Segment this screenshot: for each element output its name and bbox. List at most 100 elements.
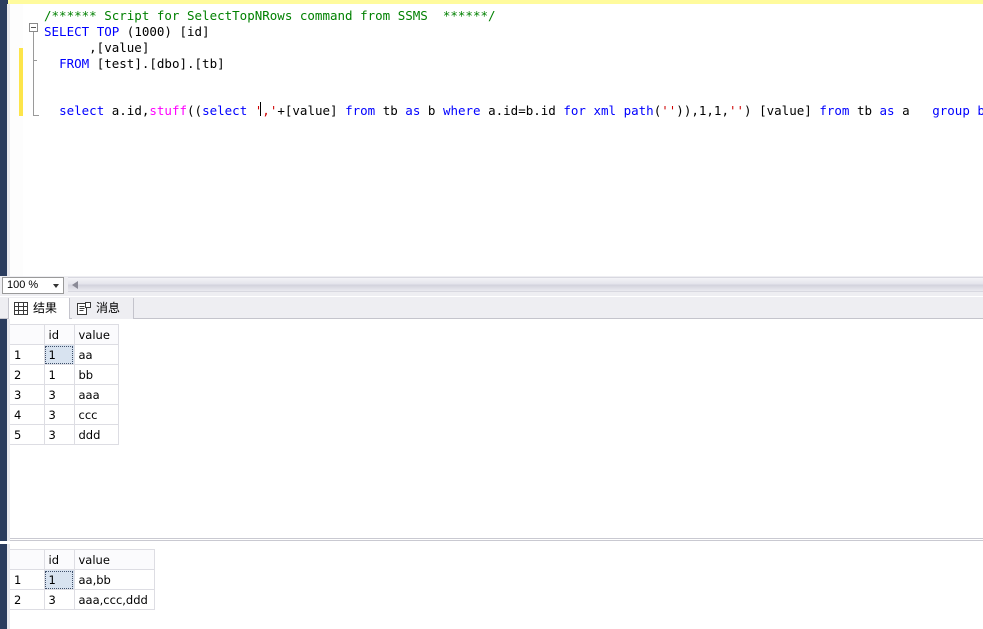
results-grid-2[interactable]: id value 1 1 aa,bb 2 3 aaa,ccc,ddd [10, 549, 155, 610]
table-row[interactable]: 4 3 ccc [10, 404, 119, 425]
code-token: /****** Script for SelectTopNRows comman… [44, 8, 496, 23]
results-grid-panel-1[interactable]: id value 1 1 aa 2 1 bb 3 3 aaa 4 3 ccc 5 3 ddd [0, 319, 983, 541]
code-token: as [879, 103, 895, 118]
code-token: a.id, [104, 103, 150, 118]
editor-left-edge [0, 4, 7, 276]
code-token: tb [375, 103, 406, 118]
cell-id[interactable]: 3 [43, 404, 75, 425]
code-token: a [894, 103, 933, 118]
line-from[interactable]: FROM [test].[dbo].[tb] [44, 56, 225, 72]
code-token: where [442, 103, 481, 118]
code-token: '' [728, 103, 745, 118]
code-token: +[value] [277, 103, 346, 118]
code-token: stuff [149, 103, 188, 118]
column-header-id[interactable]: id [43, 324, 75, 345]
tab-messages-label: 消息 [96, 301, 121, 315]
row-number-cell[interactable]: 4 [10, 404, 45, 425]
cell-value[interactable]: ddd [73, 424, 119, 445]
code-token: TOP [96, 24, 120, 39]
code-token: path [623, 103, 654, 118]
collapse-minus-box-icon[interactable] [29, 23, 38, 32]
code-token: '' [661, 103, 677, 118]
line-stuff-query[interactable]: select a.id,stuff((select ','+[value] fr… [44, 103, 983, 119]
sql-editor-pane[interactable]: /****** Script for SelectTopNRows comman… [0, 4, 983, 276]
row-number-cell[interactable]: 2 [10, 364, 45, 385]
editor-status-row: 100 % [0, 276, 983, 296]
code-token: SELECT [44, 24, 90, 39]
code-token: from [345, 103, 376, 118]
row-number-cell[interactable]: 1 [10, 569, 45, 590]
line-comment[interactable]: /****** Script for SelectTopNRows comman… [44, 8, 496, 24]
code-token: from [819, 103, 850, 118]
code-token: b [420, 103, 443, 118]
zoom-level-value: 100 % [7, 279, 39, 291]
grid-corner-header[interactable] [10, 549, 45, 570]
editor-indicator-margin[interactable] [10, 4, 23, 276]
outlining-guide-tick [33, 60, 37, 61]
row-number-cell[interactable]: 5 [10, 424, 45, 445]
table-row[interactable]: 3 3 aaa [10, 384, 119, 405]
table-header-row: id value [10, 324, 119, 345]
grid-icon [14, 302, 28, 315]
table-row[interactable]: 1 1 aa [10, 344, 119, 365]
cell-value[interactable]: aa [73, 344, 119, 365]
code-token: select [59, 103, 105, 118]
line-select[interactable]: SELECT TOP (1000) [id] [44, 24, 210, 40]
column-header-value[interactable]: value [73, 549, 155, 570]
cell-value[interactable]: aaa [73, 384, 119, 405]
editor-horizontal-scrollbar[interactable] [68, 277, 983, 292]
table-header-row: id value [10, 549, 155, 570]
zoom-level-dropdown[interactable]: 100 % [2, 277, 64, 294]
line-value[interactable]: ,[value] [44, 40, 149, 56]
table-row[interactable]: 2 1 bb [10, 364, 119, 385]
code-token: [test].[dbo].[tb] [89, 56, 225, 71]
message-icon [77, 302, 91, 315]
cell-id[interactable]: 3 [43, 384, 75, 405]
cell-id[interactable]: 1 [43, 569, 75, 590]
code-token: a.id=b.id [480, 103, 564, 118]
outlining-guide-line [33, 32, 34, 116]
chevron-down-icon[interactable] [53, 284, 59, 288]
code-token: select [202, 103, 248, 118]
table-row[interactable]: 5 3 ddd [10, 424, 119, 445]
cell-value[interactable]: aaa,ccc,ddd [73, 589, 155, 610]
cell-id[interactable]: 3 [43, 424, 75, 445]
column-header-value[interactable]: value [73, 324, 119, 345]
tab-messages[interactable]: 消息 [72, 298, 134, 319]
cell-id[interactable]: 1 [43, 364, 75, 385]
table-row[interactable]: 1 1 aa,bb [10, 569, 155, 590]
results-grid-1[interactable]: id value 1 1 aa 2 1 bb 3 3 aaa 4 3 ccc 5 3 ddd [10, 324, 119, 445]
cell-id[interactable]: 1 [43, 344, 75, 365]
code-token: by [977, 103, 983, 118]
panel-left-edge [0, 544, 7, 629]
cell-id[interactable]: 3 [43, 589, 75, 610]
column-header-id[interactable]: id [43, 549, 75, 570]
code-token: (( [187, 103, 203, 118]
row-number-cell[interactable]: 2 [10, 589, 45, 610]
row-number-cell[interactable]: 1 [10, 344, 45, 365]
results-grid-panel-2[interactable]: id value 1 1 aa,bb 2 3 aaa,ccc,ddd [0, 544, 983, 629]
code-token: (1000) [id] [119, 24, 210, 39]
code-token: )),1,1, [676, 103, 729, 118]
cell-value[interactable]: aa,bb [73, 569, 155, 590]
cell-value[interactable]: bb [73, 364, 119, 385]
code-token: xml [593, 103, 617, 118]
unsaved-change-bar [19, 48, 23, 116]
table-row[interactable]: 2 3 aaa,ccc,ddd [10, 589, 155, 610]
code-token: group [932, 103, 970, 118]
grid-corner-header[interactable] [10, 324, 45, 345]
tab-results[interactable]: 结果 [8, 298, 70, 319]
panel-left-edge [0, 319, 7, 541]
scrollbar-left-button[interactable] [68, 277, 84, 292]
code-token: as [405, 103, 421, 118]
code-token: ',' [254, 103, 278, 118]
cell-value[interactable]: ccc [73, 404, 119, 425]
code-token: for [563, 103, 586, 118]
code-token: FROM [59, 56, 90, 71]
results-splitter[interactable] [10, 538, 983, 541]
row-number-cell[interactable]: 3 [10, 384, 45, 405]
